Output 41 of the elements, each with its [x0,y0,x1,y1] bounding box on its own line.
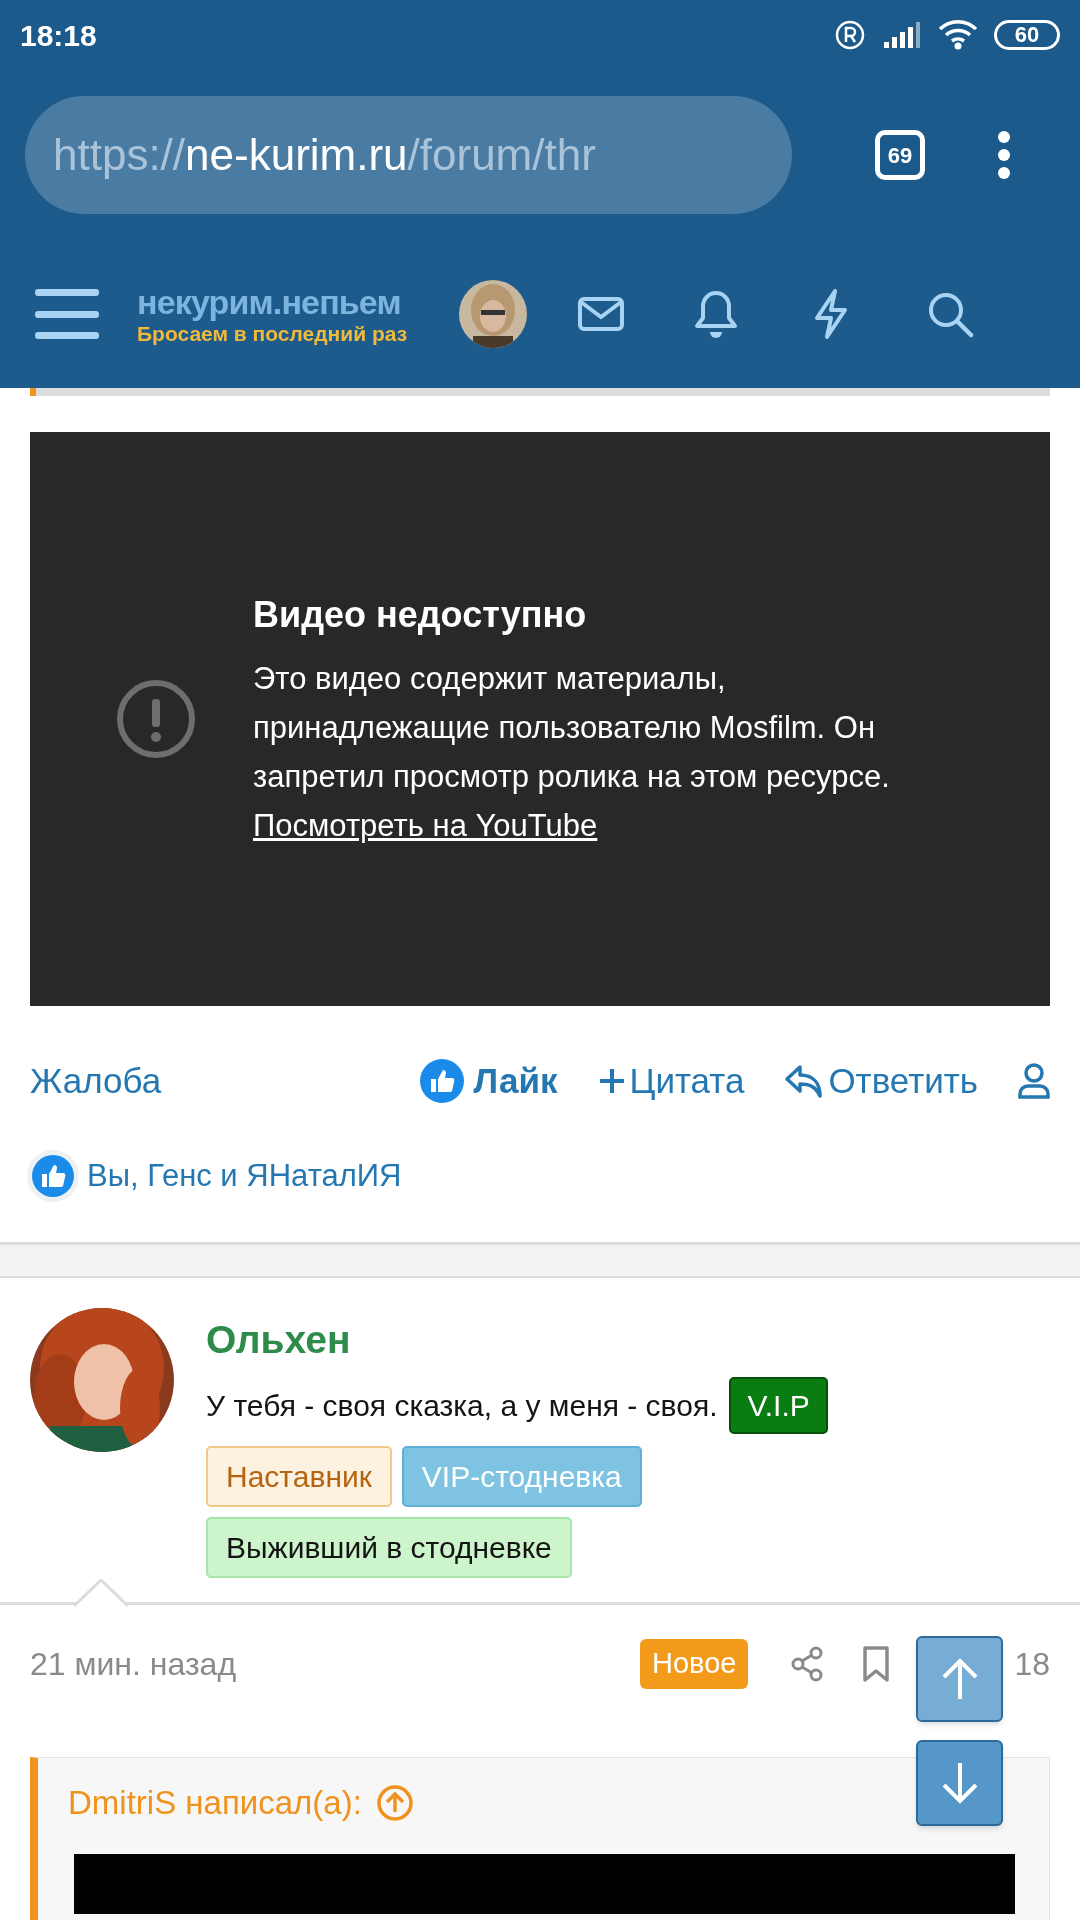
bell-icon[interactable] [694,289,739,339]
youtube-link[interactable]: Посмотреть на YouTube [253,801,598,850]
video-message: Это видео содержит материалы, принадлежащие пользователю Mosfilm. Он запретил просмотр ролика на этом ресурсе. [253,660,891,796]
like-button[interactable]: Лайк [419,1054,558,1108]
scroll-down-button[interactable] [916,1740,1003,1826]
post-time[interactable]: 21 мин. назад [30,1640,237,1688]
quote-button[interactable]: Цитата [597,1054,745,1108]
search-icon[interactable] [926,290,975,338]
like-icon [419,1059,464,1103]
logo-title[interactable]: некурим.непьем [137,284,408,319]
post-number[interactable]: 18 [1014,1640,1050,1688]
like-reaction-icon [27,1150,79,1202]
report-link[interactable]: Жалоба [30,1054,162,1108]
logo-tagline: Бросаем в последний раз [137,322,408,344]
reply-icon [784,1063,825,1099]
reply-button[interactable]: Ответить [784,1054,978,1108]
signal-icon [882,20,922,50]
user-badge: Выживший в стодневке [206,1517,572,1578]
author-name[interactable]: Ольхен [206,1320,828,1359]
bookmark-icon[interactable] [862,1645,891,1683]
video-title: Видео недоступно [253,593,588,637]
user-badge: V.I.P [729,1377,828,1434]
wifi-icon [938,19,978,51]
address-field[interactable]: https://ne-kurim.ru/forum/thr [25,96,792,214]
reactions-list[interactable]: Вы, Генс и ЯНаталИЯ [87,1152,402,1200]
share-icon[interactable] [790,1646,825,1682]
menu-icon[interactable] [35,287,99,341]
mail-icon[interactable] [577,296,626,332]
scroll-up-button[interactable] [916,1636,1003,1722]
battery-icon: 60 [994,20,1060,50]
status-time: 18:18 [20,17,97,54]
user-icon[interactable] [1018,1063,1050,1099]
user-badge: Наставник [206,1446,392,1507]
registered-icon [834,19,866,51]
user-badge: VIP-стодневка [401,1446,642,1507]
new-badge: Новое [640,1639,749,1689]
tab-count-button[interactable]: 69 [875,130,925,180]
warning-icon [116,679,196,759]
user-signature: У тебя - своя сказка, а у меня - своя. [206,1388,718,1424]
plus-icon [597,1067,626,1095]
more-menu-icon[interactable] [997,130,1011,180]
